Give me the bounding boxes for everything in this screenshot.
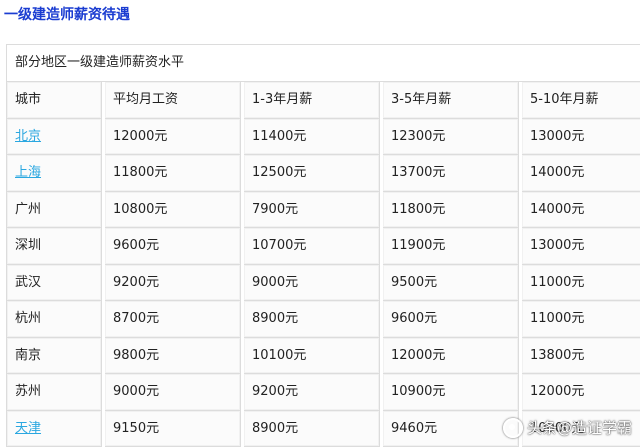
city-cell: 武汉 [7,265,102,302]
city-link[interactable]: 上海 [15,165,41,180]
city-link[interactable]: 北京 [15,129,41,144]
table-row: 杭州 8700元 8900元 9600元 11000元 [7,301,640,338]
salary-1-3-cell: 10100元 [244,338,380,375]
salary-3-5-cell: 9460元 [383,411,519,447]
salary-3-5-cell: 9500元 [383,265,519,302]
avg-salary-cell: 12000元 [105,119,241,156]
salary-3-5-cell: 9600元 [383,301,519,338]
salary-3-5-cell: 12000元 [383,338,519,375]
page-heading: 一级建造师薪资待遇 [4,4,130,24]
watermark: 头条@造证学霸 [503,417,632,438]
salary-1-3-cell: 8900元 [244,301,380,338]
city-cell: 南京 [7,338,102,375]
table-row: 广州 10800元 7900元 11800元 14000元 [7,192,640,229]
header-1-3-years: 1-3年月薪 [244,82,380,119]
salary-3-5-cell: 10900元 [383,374,519,411]
avg-salary-cell: 8700元 [105,301,241,338]
salary-5-10-cell: 11000元 [522,265,640,302]
table-row: 北京 12000元 11400元 12300元 13000元 [7,119,640,156]
salary-3-5-cell: 11800元 [383,192,519,229]
avg-salary-cell: 9000元 [105,374,241,411]
header-5-10-years: 5-10年月薪 [522,82,640,119]
header-city: 城市 [7,82,102,119]
salary-1-3-cell: 12500元 [244,155,380,192]
city-cell: 杭州 [7,301,102,338]
salary-1-3-cell: 8900元 [244,411,380,447]
salary-5-10-cell: 13000元 [522,119,640,156]
table-row: 深圳 9600元 10700元 11900元 13000元 [7,228,640,265]
salary-5-10-cell: 14000元 [522,192,640,229]
salary-3-5-cell: 12300元 [383,119,519,156]
table-header-row: 城市 平均月工资 1-3年月薪 3-5年月薪 5-10年月薪 [7,82,640,119]
avg-salary-cell: 9150元 [105,411,241,447]
header-avg-salary: 平均月工资 [105,82,241,119]
salary-1-3-cell: 9200元 [244,374,380,411]
city-cell: 上海 [7,155,102,192]
camera-icon [503,418,523,438]
salary-table: 部分地区一级建造师薪资水平 城市 平均月工资 1-3年月薪 3-5年月薪 5-1… [6,44,640,447]
salary-1-3-cell: 11400元 [244,119,380,156]
avg-salary-cell: 11800元 [105,155,241,192]
salary-5-10-cell: 14000元 [522,155,640,192]
header-3-5-years: 3-5年月薪 [383,82,519,119]
city-cell: 北京 [7,119,102,156]
salary-1-3-cell: 7900元 [244,192,380,229]
city-cell: 深圳 [7,228,102,265]
city-cell: 天津 [7,411,102,447]
avg-salary-cell: 10800元 [105,192,241,229]
salary-5-10-cell: 11000元 [522,301,640,338]
table-row: 上海 11800元 12500元 13700元 14000元 [7,155,640,192]
city-link[interactable]: 天津 [15,421,41,436]
table-caption: 部分地区一级建造师薪资水平 [7,45,640,82]
table-row: 苏州 9000元 9200元 10900元 12000元 [7,374,640,411]
table-row: 南京 9800元 10100元 12000元 13800元 [7,338,640,375]
avg-salary-cell: 9800元 [105,338,241,375]
salary-5-10-cell: 13000元 [522,228,640,265]
salary-1-3-cell: 10700元 [244,228,380,265]
salary-3-5-cell: 13700元 [383,155,519,192]
table-row: 武汉 9200元 9000元 9500元 11000元 [7,265,640,302]
city-cell: 广州 [7,192,102,229]
avg-salary-cell: 9200元 [105,265,241,302]
watermark-text: 头条@造证学霸 [527,417,632,438]
salary-3-5-cell: 11900元 [383,228,519,265]
salary-1-3-cell: 9000元 [244,265,380,302]
salary-5-10-cell: 12000元 [522,374,640,411]
salary-5-10-cell: 13800元 [522,338,640,375]
city-cell: 苏州 [7,374,102,411]
avg-salary-cell: 9600元 [105,228,241,265]
